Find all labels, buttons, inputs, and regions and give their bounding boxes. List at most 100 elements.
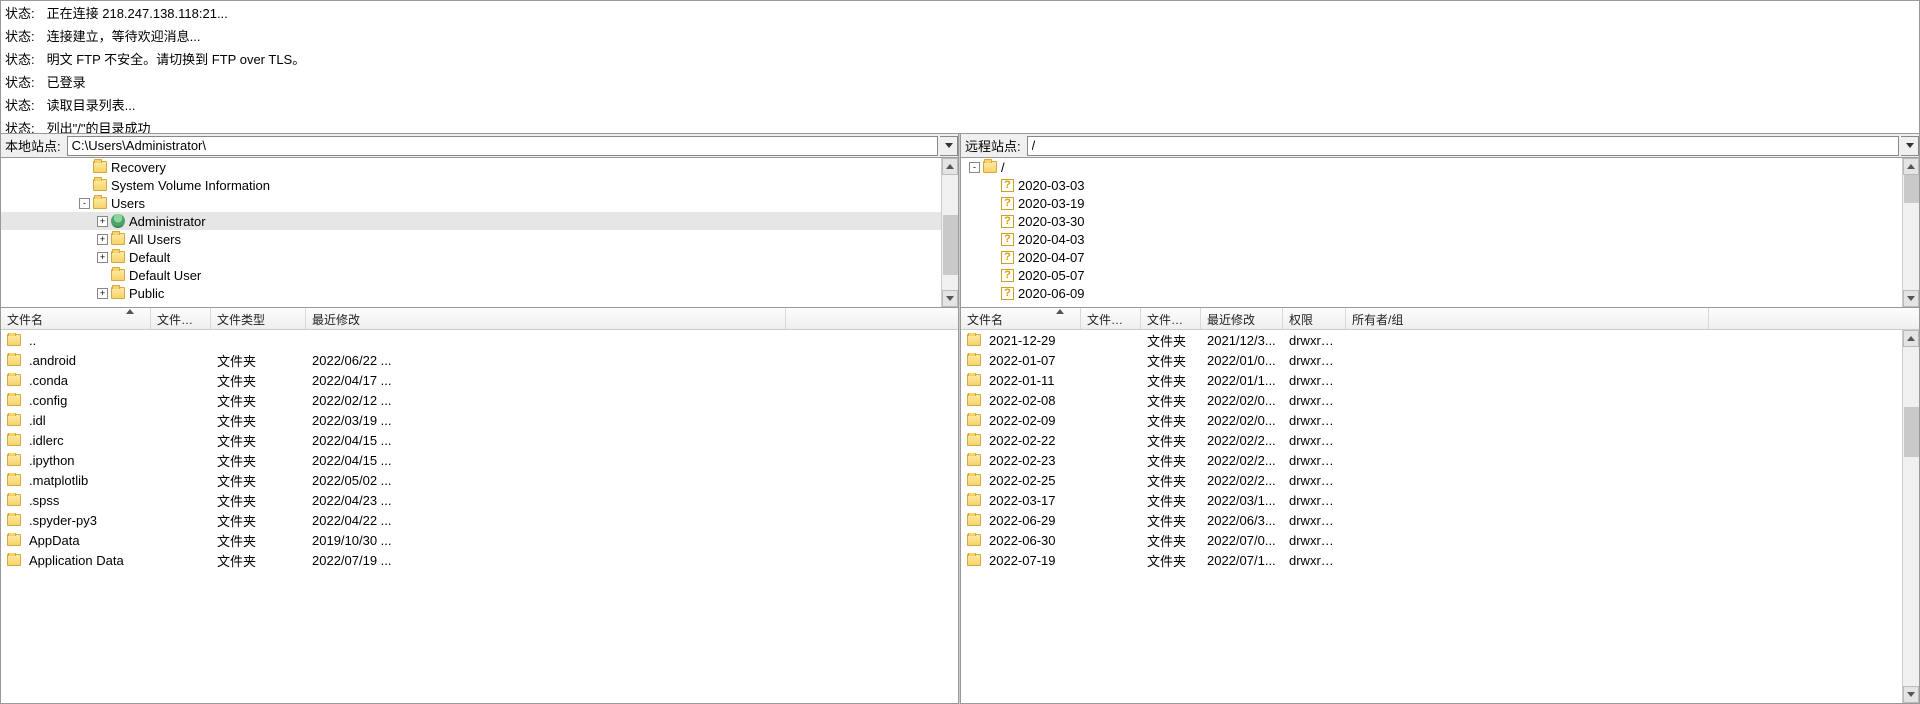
scroll-up-button[interactable] [942,158,958,175]
scroll-down-button[interactable] [942,290,958,307]
tree-item[interactable]: ?2020-05-07 [961,266,1902,284]
remote-tree-scrollbar[interactable] [1902,158,1919,307]
collapse-icon[interactable]: - [969,162,980,173]
scroll-up-button[interactable] [1903,330,1919,347]
tree-item[interactable]: +Default [1,248,941,266]
folder-icon [93,197,107,209]
list-item[interactable]: 2022-01-11文件夹2022/01/1...drwxrw... [961,370,1902,390]
chevron-up-icon [1907,164,1915,169]
list-item[interactable]: .config文件夹2022/02/12 ... [1,390,958,410]
tree-item[interactable]: +Administrator [1,212,941,230]
file-type: 文件夹 [211,351,306,370]
local-tree-panel[interactable]: RecoverySystem Volume Information-Users+… [0,158,959,308]
col-type[interactable]: 文件类型 [1141,308,1201,329]
list-item[interactable]: .idlerc文件夹2022/04/15 ... [1,430,958,450]
list-item[interactable]: 2022-02-22文件夹2022/02/2...drwxrw... [961,430,1902,450]
chevron-up-icon [946,164,954,169]
tree-item[interactable]: ?2020-03-19 [961,194,1902,212]
tree-item[interactable]: -Users [1,194,941,212]
col-size[interactable]: 文件大小 [1081,308,1141,329]
list-item[interactable]: .ipython文件夹2022/04/15 ... [1,450,958,470]
list-item[interactable]: 2022-02-09文件夹2022/02/0...drwxrw... [961,410,1902,430]
status-log-panel[interactable]: 状态: 正在连接 218.247.138.118:21...状态: 连接建立，等… [0,0,1920,134]
local-path-dropdown[interactable] [940,136,958,156]
file-name: 2022-02-08 [989,393,1056,408]
list-item[interactable]: .idl文件夹2022/03/19 ... [1,410,958,430]
file-permissions: drwxrw... [1283,373,1346,388]
col-size[interactable]: 文件大小 [151,308,211,329]
remote-file-list[interactable]: 文件名 文件大小 文件类型 最近修改 权限 所有者/组 2021-12-29文件… [960,308,1920,704]
file-modified: 2022/03/19 ... [306,413,786,428]
list-item[interactable]: 2022-02-23文件夹2022/02/2...drwxrw... [961,450,1902,470]
list-item[interactable]: 2022-03-17文件夹2022/03/1...drwxrw... [961,490,1902,510]
list-item[interactable]: 2022-02-25文件夹2022/02/2...drwxrw... [961,470,1902,490]
file-type: 文件夹 [1141,491,1201,510]
list-item[interactable]: 2021-12-29文件夹2021/12/3...drwxrw... [961,330,1902,350]
list-item[interactable]: .conda文件夹2022/04/17 ... [1,370,958,390]
local-path-input[interactable] [67,136,938,156]
col-owner[interactable]: 所有者/组 [1346,308,1709,329]
tree-item-label: 2020-04-03 [1018,232,1085,247]
collapse-icon[interactable]: - [79,198,90,209]
expand-icon[interactable]: + [97,234,108,245]
remote-path-dropdown[interactable] [1901,136,1919,156]
tree-item[interactable]: +Public [1,284,941,302]
file-type: 文件夹 [211,471,306,490]
local-file-list[interactable]: 文件名 文件大小 文件类型 最近修改 ...android文件夹2022/06/… [0,308,959,704]
list-item[interactable]: Application Data文件夹2022/07/19 ... [1,550,958,570]
folder-icon [7,434,21,446]
folder-icon [111,251,125,263]
tree-item[interactable]: Default User [1,266,941,284]
list-item[interactable]: 2022-01-07文件夹2022/01/0...drwxrw... [961,350,1902,370]
file-modified: 2022/04/17 ... [306,373,786,388]
file-modified: 2022/02/0... [1201,393,1283,408]
tree-item[interactable]: ?2020-04-03 [961,230,1902,248]
list-item[interactable]: .android文件夹2022/06/22 ... [1,350,958,370]
local-tree-scrollbar[interactable] [941,158,958,307]
file-permissions: drwxrw... [1283,413,1346,428]
col-permissions[interactable]: 权限 [1283,308,1346,329]
expand-icon[interactable]: + [97,288,108,299]
list-item[interactable]: .spss文件夹2022/04/23 ... [1,490,958,510]
unknown-folder-icon: ? [1001,197,1014,210]
col-modified[interactable]: 最近修改 [1201,308,1283,329]
file-name: .idlerc [29,433,64,448]
tree-item[interactable]: ?2020-03-30 [961,212,1902,230]
col-type[interactable]: 文件类型 [211,308,306,329]
folder-icon [967,414,981,426]
folder-icon [967,434,981,446]
list-item[interactable]: 2022-06-29文件夹2022/06/3...drwxrw... [961,510,1902,530]
tree-item[interactable]: ?2020-06-09 [961,284,1902,302]
col-name[interactable]: 文件名 [961,308,1081,329]
tree-item[interactable]: ?2020-04-07 [961,248,1902,266]
remote-path-input[interactable] [1027,136,1899,156]
file-name: .config [29,393,67,408]
list-item[interactable]: 2022-07-19文件夹2022/07/1...drwxrw... [961,550,1902,570]
list-item[interactable]: AppData文件夹2019/10/30 ... [1,530,958,550]
file-type: 文件夹 [1141,471,1201,490]
scroll-down-button[interactable] [1903,686,1919,703]
scroll-up-button[interactable] [1903,158,1919,175]
list-item[interactable]: 2022-06-30文件夹2022/07/0...drwxrw... [961,530,1902,550]
list-item[interactable]: .spyder-py3文件夹2022/04/22 ... [1,510,958,530]
scroll-thumb[interactable] [1904,175,1919,203]
scroll-thumb[interactable] [1904,407,1919,457]
tree-item[interactable]: -/ [961,158,1902,176]
tree-item[interactable]: System Volume Information [1,176,941,194]
scroll-thumb[interactable] [943,215,958,275]
col-modified[interactable]: 最近修改 [306,308,786,329]
expand-icon[interactable]: + [97,216,108,227]
remote-tree-panel[interactable]: -/?2020-03-03?2020-03-19?2020-03-30?2020… [960,158,1920,308]
file-modified: 2022/07/1... [1201,553,1283,568]
col-name[interactable]: 文件名 [1,308,151,329]
tree-item[interactable]: Recovery [1,158,941,176]
remote-list-scrollbar[interactable] [1902,330,1919,703]
list-item[interactable]: 2022-02-08文件夹2022/02/0...drwxrw... [961,390,1902,410]
scroll-down-button[interactable] [1903,290,1919,307]
tree-item[interactable]: +All Users [1,230,941,248]
tree-item[interactable]: ?2020-03-03 [961,176,1902,194]
expand-icon[interactable]: + [97,252,108,263]
list-item[interactable]: .. [1,330,958,350]
log-label: 状态: [5,95,43,114]
list-item[interactable]: .matplotlib文件夹2022/05/02 ... [1,470,958,490]
